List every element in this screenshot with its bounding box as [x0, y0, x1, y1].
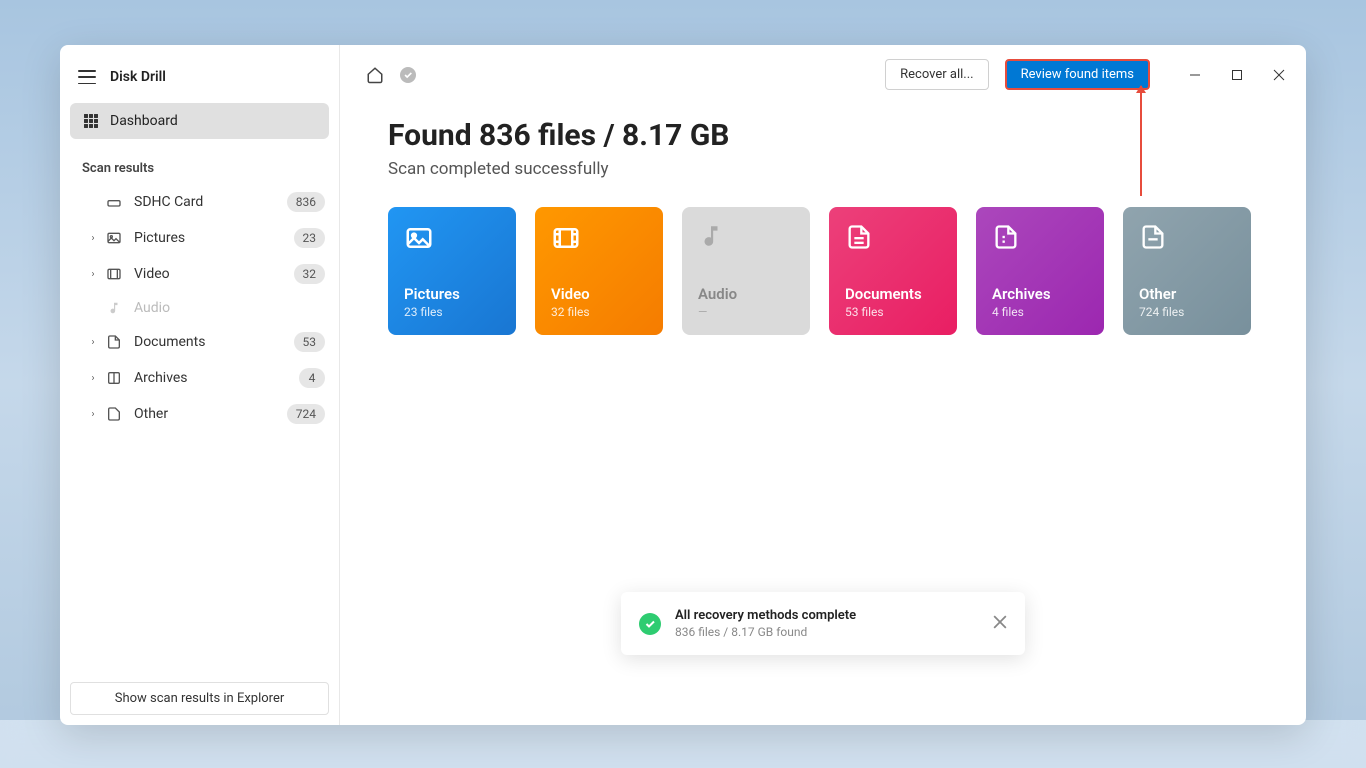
nav-label: Audio [134, 300, 325, 316]
card-title: Video [551, 285, 647, 303]
sidebar-item-other[interactable]: › Other 724 [60, 396, 339, 432]
nav-label: Other [134, 406, 279, 422]
nav-label: SDHC Card [134, 194, 279, 210]
card-archives[interactable]: Archives 4 files [976, 207, 1104, 335]
file-icon [106, 406, 122, 422]
card-title: Documents [845, 285, 941, 303]
card-subtitle: 32 files [551, 305, 647, 319]
count-badge: 836 [287, 192, 325, 212]
card-title: Pictures [404, 285, 500, 303]
review-found-items-button[interactable]: Review found items [1005, 59, 1150, 90]
close-icon[interactable] [1272, 68, 1286, 82]
audio-icon [106, 300, 122, 316]
sidebar-item-audio[interactable]: › Audio [60, 292, 339, 324]
sidebar-item-documents[interactable]: › Documents 53 [60, 324, 339, 360]
annotation-arrow [1140, 86, 1142, 196]
card-subtitle: 724 files [1139, 305, 1235, 319]
video-icon [551, 223, 581, 253]
card-title: Archives [992, 285, 1088, 303]
completion-toast: All recovery methods complete 836 files … [621, 592, 1025, 655]
maximize-icon[interactable] [1230, 68, 1244, 82]
sidebar-item-sdhc[interactable]: › SDHC Card 836 [60, 184, 339, 220]
sidebar-footer: Show scan results in Explorer [60, 672, 339, 725]
nav-label: Video [134, 266, 286, 282]
taskbar [0, 720, 1366, 768]
grid-icon [84, 114, 98, 128]
chevron-icon: › [88, 409, 98, 419]
recover-all-button[interactable]: Recover all... [885, 59, 988, 90]
card-audio[interactable]: Audio — [682, 207, 810, 335]
card-title: Audio [698, 285, 794, 303]
section-label: Scan results [60, 153, 339, 184]
count-badge: 23 [294, 228, 326, 248]
nav-label: Pictures [134, 230, 286, 246]
count-badge: 53 [294, 332, 326, 352]
card-subtitle: 53 files [845, 305, 941, 319]
card-title: Other [1139, 285, 1235, 303]
card-pictures[interactable]: Pictures 23 files [388, 207, 516, 335]
main-content: Recover all... Review found items Found … [340, 45, 1306, 725]
sidebar-header: Disk Drill [60, 55, 339, 103]
toast-subtitle: 836 files / 8.17 GB found [675, 625, 979, 639]
toast-title: All recovery methods complete [675, 608, 979, 623]
app-window: Disk Drill Dashboard Scan results › SDHC… [60, 45, 1306, 725]
nav-label: Archives [134, 370, 291, 386]
app-title: Disk Drill [110, 69, 166, 85]
archive-icon [992, 223, 1022, 253]
archive-icon [106, 370, 122, 386]
close-icon[interactable] [993, 614, 1007, 633]
page-subheading: Scan completed successfully [388, 159, 1258, 179]
home-icon[interactable] [366, 66, 384, 84]
dashboard-label: Dashboard [110, 113, 178, 129]
chevron-icon: › [88, 337, 98, 347]
card-other[interactable]: Other 724 files [1123, 207, 1251, 335]
check-icon [639, 613, 661, 635]
topbar: Recover all... Review found items [340, 45, 1306, 104]
dashboard-button[interactable]: Dashboard [70, 103, 329, 139]
card-subtitle: — [698, 305, 794, 319]
sidebar-item-archives[interactable]: › Archives 4 [60, 360, 339, 396]
document-icon [106, 334, 122, 350]
chevron-icon: › [88, 269, 98, 279]
sidebar: Disk Drill Dashboard Scan results › SDHC… [60, 45, 340, 725]
card-subtitle: 4 files [992, 305, 1088, 319]
check-icon [400, 67, 416, 83]
count-badge: 724 [287, 404, 325, 424]
audio-icon [698, 223, 728, 253]
card-documents[interactable]: Documents 53 files [829, 207, 957, 335]
category-cards: Pictures 23 files Video 32 files Audio — [388, 207, 1258, 335]
file-icon [1139, 223, 1169, 253]
sidebar-item-pictures[interactable]: › Pictures 23 [60, 220, 339, 256]
chevron-icon: › [88, 233, 98, 243]
content-area: Found 836 files / 8.17 GB Scan completed… [340, 104, 1306, 349]
sidebar-item-video[interactable]: › Video 32 [60, 256, 339, 292]
document-icon [845, 223, 875, 253]
chevron-icon: › [88, 373, 98, 383]
drive-icon [106, 194, 122, 210]
show-in-explorer-button[interactable]: Show scan results in Explorer [70, 682, 329, 715]
image-icon [106, 230, 122, 246]
card-video[interactable]: Video 32 files [535, 207, 663, 335]
page-heading: Found 836 files / 8.17 GB [388, 118, 1258, 153]
video-icon [106, 266, 122, 282]
window-controls [1188, 68, 1286, 82]
count-badge: 32 [294, 264, 326, 284]
toast-text: All recovery methods complete 836 files … [675, 608, 979, 639]
nav-label: Documents [134, 334, 286, 350]
card-subtitle: 23 files [404, 305, 500, 319]
menu-icon[interactable] [78, 70, 96, 84]
image-icon [404, 223, 434, 253]
count-badge: 4 [299, 368, 325, 388]
minimize-icon[interactable] [1188, 68, 1202, 82]
